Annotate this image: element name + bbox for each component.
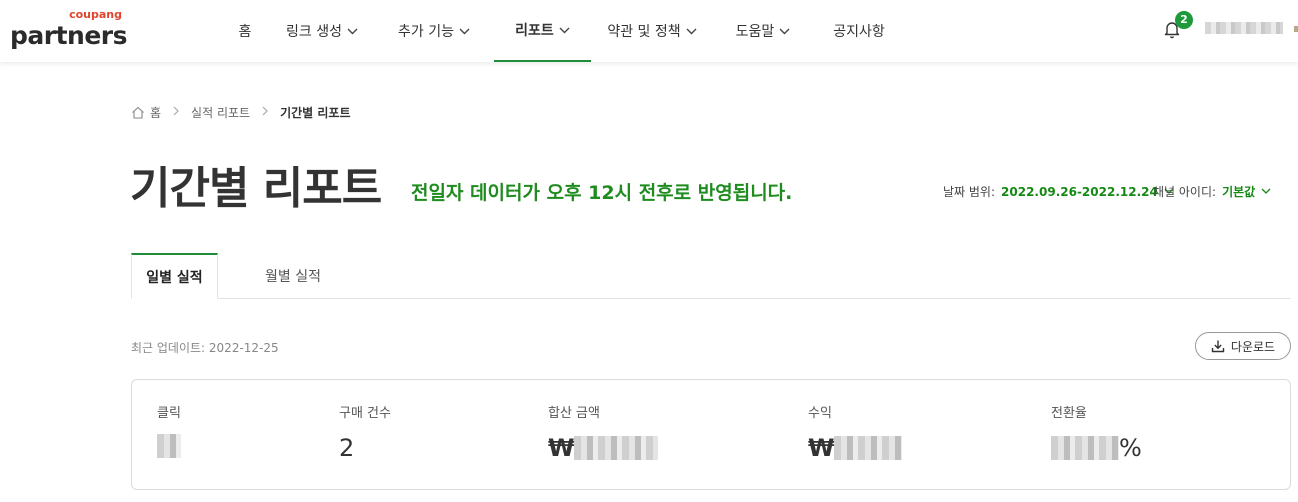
breadcrumb-level1[interactable]: 실적 리포트 (191, 104, 250, 121)
nav-item-label: 공지사항 (833, 24, 885, 40)
nav-item-label: 도움말 (735, 24, 775, 40)
date-range-filter[interactable]: 날짜 범위: 2022.09.26-2022.12.24 (943, 183, 1174, 200)
breadcrumb-current: 기간별 리포트 (280, 105, 351, 120)
chevron-right-icon (262, 106, 268, 119)
nav-item-label: 홈 (238, 24, 252, 40)
date-range-value: 2022.09.26-2022.12.24 (1001, 184, 1158, 199)
user-name-redacted[interactable] (1205, 22, 1283, 34)
date-range-label: 날짜 범위: (943, 185, 996, 199)
stat-value: 2 (339, 434, 355, 462)
breadcrumb-home[interactable]: 홈 (150, 104, 161, 121)
coupang-partners-logo[interactable]: coupang partners (10, 8, 128, 50)
stat-label: 수익 (808, 406, 832, 421)
won-sign: ₩ (808, 434, 835, 462)
nav-item-home[interactable]: 홈 (225, 0, 265, 62)
redacted-value (834, 436, 903, 460)
redacted-value (157, 434, 181, 458)
nav-item-label: 추가 기능 (398, 24, 454, 40)
stat-label: 클릭 (157, 406, 181, 421)
chevron-down-icon (559, 24, 570, 37)
download-label: 다운로드 (1230, 339, 1276, 354)
nav-item-terms-policy[interactable]: 약관 및 정책 (602, 0, 702, 62)
stat-value: ₩ (548, 434, 659, 462)
tab-daily[interactable]: 일별 실적 (131, 253, 218, 299)
logo-sub: coupang (69, 8, 122, 21)
chevron-down-icon (459, 25, 470, 38)
stat-value: ₩ (808, 434, 903, 462)
data-notice: 전일자 데이터가 오후 12시 전후로 반영됩니다. (411, 182, 793, 204)
stat-label: 구매 건수 (339, 406, 391, 421)
stat-label: 합산 금액 (548, 406, 600, 421)
redacted-value (1051, 436, 1119, 460)
stat-label: 전환율 (1051, 406, 1087, 421)
download-button[interactable]: 다운로드 (1195, 332, 1291, 360)
download-icon (1211, 340, 1225, 353)
nav-item-link-create[interactable]: 링크 생성 (278, 0, 366, 62)
stat-value: % (1051, 434, 1142, 462)
won-sign: ₩ (548, 434, 575, 462)
last-updated: 최근 업데이트: 2022-12-25 (131, 341, 279, 355)
nav-item-label: 약관 및 정책 (607, 24, 681, 40)
stats-card: 클릭 구매 건수 2 합산 금액 ₩ 수익 ₩ 전환율 % (131, 379, 1291, 490)
page-title: 기간별 리포트 (130, 163, 382, 214)
chevron-right-icon (173, 106, 179, 119)
nav-item-extra-features[interactable]: 추가 기능 (390, 0, 478, 62)
nav-item-notice[interactable]: 공지사항 (825, 0, 893, 62)
home-icon[interactable] (131, 106, 145, 119)
tab-monthly[interactable]: 월별 실적 (250, 253, 336, 299)
user-menu-edge (1294, 26, 1298, 32)
chevron-down-icon (686, 25, 697, 38)
stat-value (157, 434, 181, 458)
channel-id-filter[interactable]: 채널 아이디: 기본값 (1153, 183, 1271, 200)
notification-badge: 2 (1175, 11, 1193, 29)
nav-item-label: 링크 생성 (286, 24, 342, 40)
logo-main: partners (10, 21, 128, 50)
chevron-down-icon (1261, 186, 1271, 197)
chevron-down-icon (347, 25, 358, 38)
breadcrumb: 홈 실적 리포트 기간별 리포트 (131, 104, 350, 120)
channel-id-value: 기본값 (1222, 185, 1256, 199)
nav-item-report[interactable]: 리포트 (494, 0, 591, 62)
channel-id-label: 채널 아이디: (1153, 185, 1217, 199)
percent-unit: % (1119, 434, 1142, 462)
nav-item-label: 리포트 (515, 23, 554, 39)
chevron-down-icon (779, 25, 790, 38)
redacted-value (574, 436, 659, 460)
nav-item-help[interactable]: 도움말 (728, 0, 798, 62)
top-header: coupang partners 홈 링크 생성 추가 기능 리포트 약관 및 … (0, 0, 1298, 62)
